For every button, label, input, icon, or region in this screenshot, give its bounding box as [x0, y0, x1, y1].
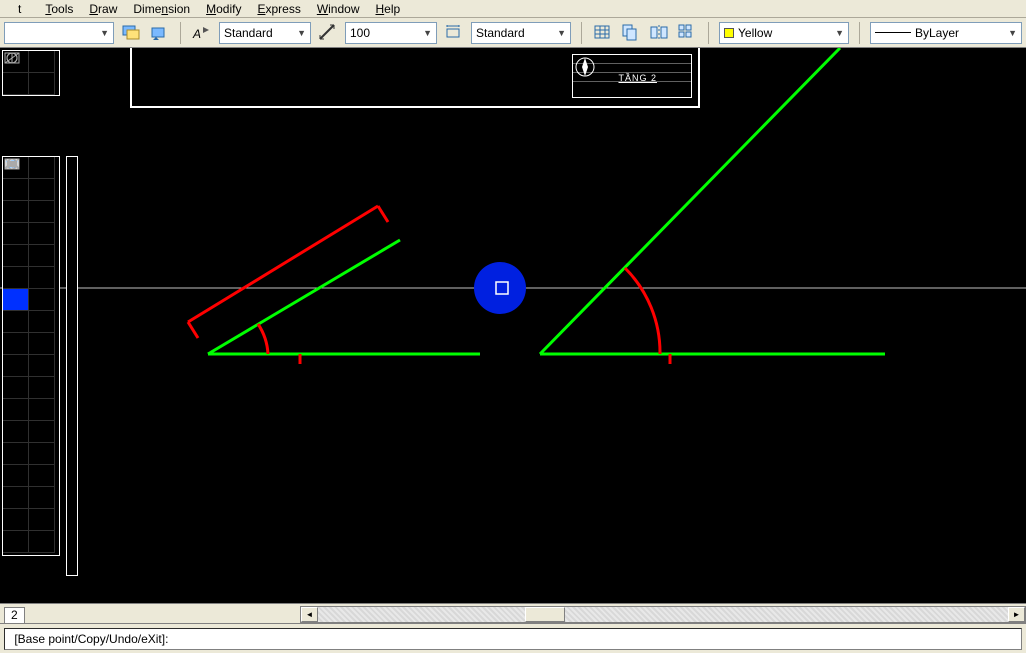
menu-item-tools[interactable]: Tools [37, 0, 81, 18]
array-icon[interactable] [676, 22, 698, 44]
layer-previous-icon[interactable] [148, 22, 170, 44]
palette-tool-button[interactable] [3, 355, 29, 377]
palette-tool-button[interactable] [29, 465, 55, 487]
palette-tool-button[interactable] [29, 157, 55, 179]
palette-tool-button[interactable] [29, 531, 55, 553]
table-icon[interactable] [592, 22, 614, 44]
scroll-track[interactable] [318, 607, 1008, 622]
palette-tool-button[interactable] [29, 355, 55, 377]
menu-item-window[interactable]: Window [309, 0, 368, 18]
command-bar: [Base point/Copy/Undo/eXit]: [0, 623, 1026, 653]
palette-main: /* rows generated below via template for… [2, 156, 60, 556]
palette-top-btn[interactable] [29, 51, 55, 73]
mirror-icon[interactable] [648, 22, 670, 44]
color-value: Yellow [738, 26, 831, 40]
palette-top-btn[interactable] [3, 73, 29, 95]
scroll-left-icon[interactable]: ◄ [301, 607, 318, 622]
menu-item-draw[interactable]: Draw [81, 0, 125, 18]
palette-tool-button[interactable] [29, 289, 55, 311]
linetype-dropdown[interactable]: ByLayer▼ [870, 22, 1022, 44]
palette-tool-button[interactable] [3, 179, 29, 201]
palette-tool-button[interactable] [3, 289, 29, 311]
palette-edge [66, 156, 78, 576]
textstyle-icon[interactable]: A [191, 22, 213, 44]
palette-tool-button[interactable] [29, 443, 55, 465]
palette-tool-button[interactable] [3, 399, 29, 421]
palette-tool-button[interactable] [29, 223, 55, 245]
horizontal-scrollbar[interactable]: ◄ ► [300, 606, 1026, 623]
menu-item-express[interactable]: Express [249, 0, 308, 18]
drawing-frame: TẦNG 2 [130, 48, 700, 108]
titleblock-mini: TẦNG 2 [572, 54, 692, 98]
linetype-preview-icon [875, 32, 911, 33]
menu-bar: t Tools Draw Dimension Modify Express Wi… [0, 0, 1026, 18]
linetype-value: ByLayer [915, 26, 1004, 40]
layout-tab[interactable]: 2 [4, 607, 25, 623]
dimstyle-dropdown[interactable]: Standard▼ [471, 22, 571, 44]
palette-tool-button[interactable] [3, 245, 29, 267]
palette-tool-button[interactable] [29, 487, 55, 509]
copy-icon[interactable] [620, 22, 642, 44]
palette-tool-button[interactable] [29, 311, 55, 333]
palette-tool-button[interactable] [29, 333, 55, 355]
palette-tool-button[interactable]: A [29, 201, 55, 223]
palette-tool-button[interactable] [3, 487, 29, 509]
menu-item-dimension[interactable]: Dimension [125, 0, 198, 18]
textstyle-dropdown[interactable]: Standard▼ [219, 22, 311, 44]
palette-tool-button[interactable] [3, 421, 29, 443]
toolbar: ▼ A Standard▼ 100▼ Standard▼ Yellow▼ [0, 18, 1026, 48]
palette-tool-button[interactable] [29, 377, 55, 399]
palette-tool-button[interactable] [29, 245, 55, 267]
color-swatch-icon [724, 28, 734, 38]
palette-tool-button[interactable] [29, 421, 55, 443]
palette-top-btn[interactable] [29, 73, 55, 95]
dimscale-dropdown[interactable]: 100▼ [345, 22, 437, 44]
dimstyle-icon[interactable] [443, 22, 465, 44]
menu-item-modify[interactable]: Modify [198, 0, 249, 18]
command-prompt: [Base point/Copy/Undo/eXit]: [11, 632, 168, 646]
palette-tool-button[interactable] [29, 509, 55, 531]
textstyle-value: Standard [224, 26, 293, 40]
canvas-svg [0, 48, 1026, 603]
palette-tool-button[interactable] [3, 377, 29, 399]
palette-tool-button[interactable]: A [3, 509, 29, 531]
palette-tool-button[interactable] [29, 179, 55, 201]
palette-tool-button[interactable] [3, 201, 29, 223]
svg-text:A: A [192, 27, 201, 41]
palette-tool-button[interactable] [3, 267, 29, 289]
dimstyle-value: Standard [476, 26, 553, 40]
palette-tool-button[interactable] [3, 223, 29, 245]
palette-top [2, 50, 60, 96]
command-input[interactable]: [Base point/Copy/Undo/eXit]: [4, 628, 1022, 650]
palette-tool-button[interactable] [3, 531, 29, 553]
palette-tool-button[interactable] [3, 443, 29, 465]
compass-icon [573, 55, 691, 97]
menu-item-partial[interactable]: t [2, 0, 37, 18]
palette-tool-button[interactable]: A [3, 311, 29, 333]
palette-tool-button[interactable] [29, 267, 55, 289]
menu-item-help[interactable]: Help [368, 0, 409, 18]
scroll-thumb[interactable] [525, 607, 565, 622]
dimscale-icon[interactable] [317, 22, 339, 44]
color-dropdown[interactable]: Yellow▼ [719, 22, 849, 44]
scroll-right-icon[interactable]: ► [1008, 607, 1025, 622]
palette-tool-button[interactable]: A [29, 399, 55, 421]
drawing-canvas[interactable]: TẦNG 2 /* rows generated below via templ… [0, 48, 1026, 603]
dimscale-value: 100 [350, 26, 419, 40]
empty-dropdown[interactable]: ▼ [4, 22, 114, 44]
palette-tool-button[interactable] [3, 333, 29, 355]
layer-states-icon[interactable] [120, 22, 142, 44]
palette-tool-button[interactable] [3, 465, 29, 487]
